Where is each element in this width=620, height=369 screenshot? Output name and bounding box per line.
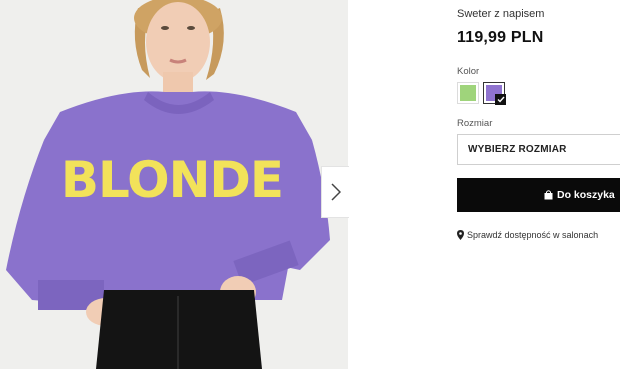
store-availability-link[interactable]: Sprawdź dostępność w salonach <box>457 230 598 240</box>
size-select[interactable]: WYBIERZ ROZMIAR <box>457 134 620 165</box>
sweater-print-text: BLONDE <box>61 151 283 209</box>
model-photo: BLONDE <box>0 0 348 369</box>
chevron-right-icon <box>330 183 341 201</box>
add-to-cart-button[interactable]: Do koszyka <box>457 178 620 212</box>
location-pin-icon <box>457 230 464 240</box>
product-price: 119,99 PLN <box>457 29 544 46</box>
gallery-next-button[interactable] <box>321 166 349 218</box>
add-to-cart-label: Do koszyka <box>557 189 615 201</box>
product-details: Sweter z napisem 119,99 PLN Kolor Rozmia… <box>457 0 620 369</box>
color-swatch-green[interactable] <box>457 82 479 104</box>
size-select-label: WYBIERZ ROZMIAR <box>468 144 567 155</box>
product-image[interactable]: BLONDE <box>0 0 348 369</box>
product-name: Sweter z napisem <box>457 8 545 20</box>
color-label: Kolor <box>457 66 480 77</box>
checkmark-icon <box>495 94 506 105</box>
store-availability-label: Sprawdź dostępność w salonach <box>467 230 599 240</box>
shopping-bag-icon <box>544 190 553 200</box>
size-label: Rozmiar <box>457 118 493 129</box>
color-swatch-purple[interactable] <box>483 82 506 105</box>
